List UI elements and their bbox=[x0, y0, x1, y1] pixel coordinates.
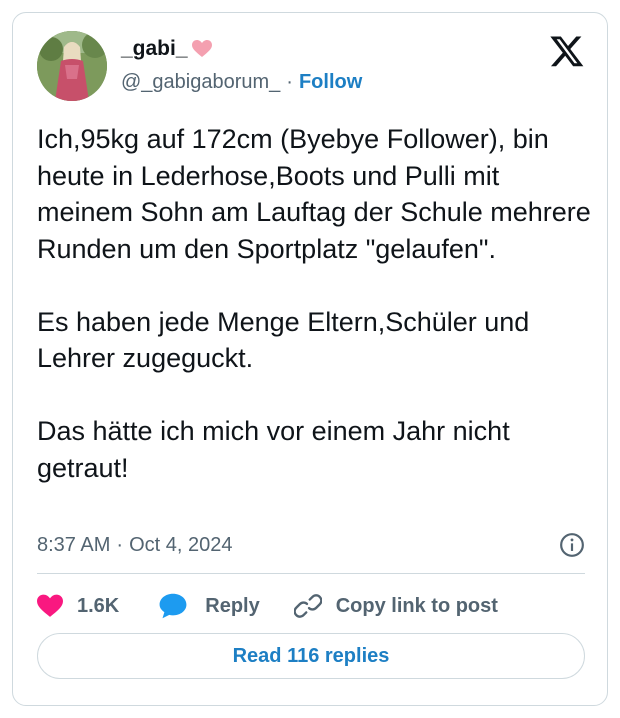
meta-separator: · bbox=[116, 533, 124, 556]
pink-heart-emoji-icon bbox=[191, 40, 212, 58]
tweet-date[interactable]: Oct 4, 2024 bbox=[129, 534, 232, 557]
handle-separator: · bbox=[286, 71, 293, 93]
user-handle[interactable]: @_gabigaborum_ bbox=[121, 71, 280, 94]
tweet-card: _gabi_ @_gabigaborum_ · Follow Ich,95kg … bbox=[12, 12, 608, 706]
heart-icon bbox=[37, 594, 63, 617]
like-count: 1.6K bbox=[77, 594, 120, 617]
handle-row: @_gabigaborum_ · Follow bbox=[121, 71, 362, 94]
speech-bubble-icon bbox=[159, 593, 187, 619]
divider bbox=[37, 573, 585, 574]
tweet-meta: 8:37 AM · Oct 4, 2024 bbox=[37, 531, 585, 559]
follow-link[interactable]: Follow bbox=[299, 71, 362, 94]
avatar-photo bbox=[37, 31, 107, 101]
display-name[interactable]: _gabi_ bbox=[121, 37, 188, 61]
link-icon bbox=[293, 594, 322, 618]
read-replies-button[interactable]: Read 116 replies bbox=[37, 633, 585, 679]
tweet-time[interactable]: 8:37 AM bbox=[37, 534, 110, 557]
action-bar: 1.6K Reply Copy link to post bbox=[37, 589, 498, 623]
avatar[interactable] bbox=[37, 31, 107, 101]
info-icon[interactable] bbox=[559, 532, 585, 558]
tweet-text: Ich,95kg auf 172cm (Byebye Follower), bi… bbox=[37, 124, 591, 483]
copy-link-button[interactable]: Copy link to post bbox=[293, 592, 498, 620]
name-row: _gabi_ bbox=[121, 37, 212, 61]
reply-label: Reply bbox=[205, 594, 260, 617]
x-logo-icon[interactable] bbox=[549, 33, 585, 69]
like-button[interactable]: 1.6K bbox=[37, 594, 119, 618]
reply-button[interactable]: Reply bbox=[159, 593, 260, 619]
copy-link-label: Copy link to post bbox=[335, 594, 498, 617]
